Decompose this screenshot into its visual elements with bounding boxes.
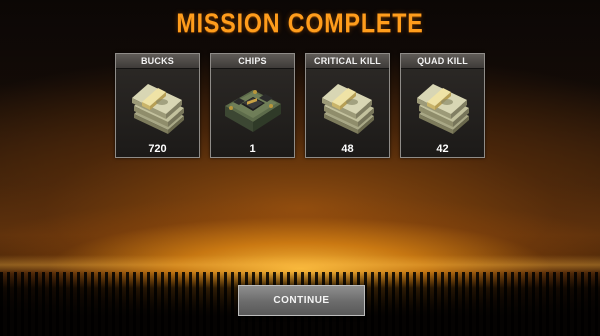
rewards-row: BUCKS 720 CHIPS 1 CRITICAL KILL 48 QUAD … bbox=[115, 53, 491, 158]
reward-card-chips: CHIPS 1 bbox=[210, 53, 295, 158]
reward-card-critical-kill: CRITICAL KILL 48 bbox=[305, 53, 390, 158]
cash-stack-icon bbox=[314, 72, 381, 136]
chip-box-icon bbox=[219, 72, 286, 136]
screen-title: MISSION COMPLETE bbox=[176, 8, 424, 38]
reward-value: 1 bbox=[249, 143, 256, 155]
reward-label: BUCKS bbox=[116, 54, 199, 69]
reward-label: CRITICAL KILL bbox=[306, 54, 389, 69]
cash-stack-icon bbox=[124, 72, 191, 136]
reward-label: QUAD KILL bbox=[401, 54, 484, 69]
reward-card-quad-kill: QUAD KILL 42 bbox=[400, 53, 485, 158]
continue-button[interactable]: CONTINUE bbox=[238, 285, 365, 316]
reward-value: 720 bbox=[148, 143, 167, 155]
reward-card-bucks: BUCKS 720 bbox=[115, 53, 200, 158]
reward-value: 42 bbox=[436, 143, 449, 155]
reward-label: CHIPS bbox=[211, 54, 294, 69]
cash-stack-icon bbox=[409, 72, 476, 136]
reward-value: 48 bbox=[341, 143, 354, 155]
horizon-haze bbox=[0, 255, 600, 273]
